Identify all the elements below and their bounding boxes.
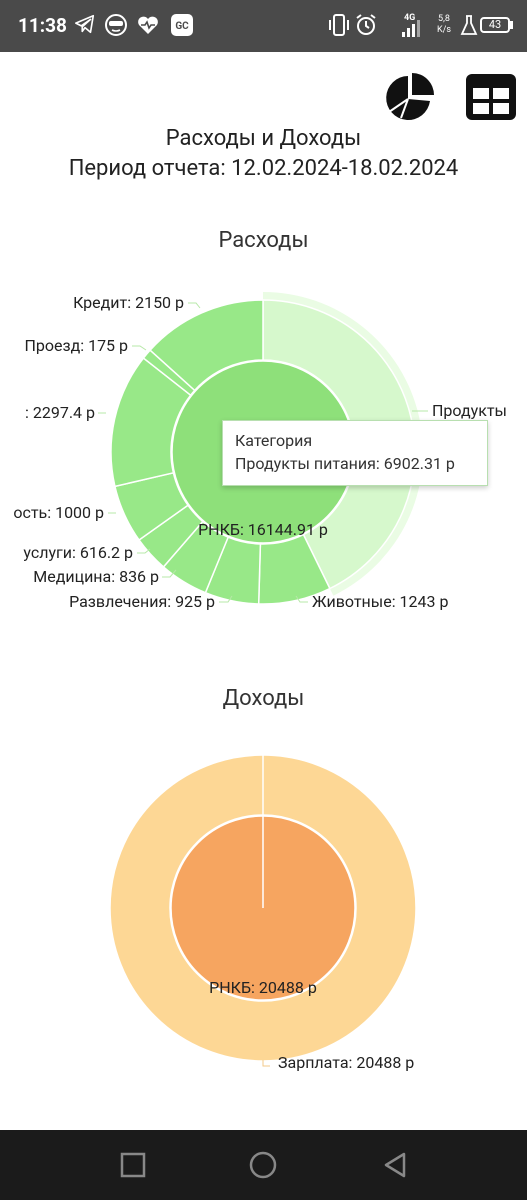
vibrate-icon bbox=[329, 14, 349, 36]
income-chart: РНКБ: 20488 р Зарплата: 20488 р bbox=[109, 754, 417, 1072]
income-rings bbox=[109, 754, 417, 1062]
chart-tooltip: Категория Продукты питания: 6902.31 р bbox=[222, 420, 488, 486]
gc-app-icon: GC bbox=[171, 14, 193, 36]
label-communal: ость: 1000 р bbox=[13, 503, 104, 522]
label-travel: Проезд: 175 р bbox=[24, 336, 128, 355]
status-bar: 11:38 GC 4G 5,8 K/s 43 bbox=[0, 0, 527, 52]
home-button[interactable] bbox=[248, 1150, 278, 1180]
network-speed: 5,8 K/s bbox=[432, 14, 456, 36]
status-time: 11:38 bbox=[18, 14, 67, 37]
battery-tip bbox=[510, 21, 513, 29]
label-entertainment: Развлечения: 925 р bbox=[69, 592, 215, 611]
network-speed-value: 5,8 bbox=[438, 14, 450, 24]
battery-icon: 43 bbox=[480, 17, 510, 33]
label-medicine: Медицина: 836 р bbox=[33, 567, 159, 586]
label-services: услуги: 616.2 р bbox=[23, 543, 133, 562]
signal-icon: 4G bbox=[402, 13, 420, 37]
battery-level: 43 bbox=[488, 18, 502, 31]
report-title: Расходы и Доходы bbox=[165, 126, 362, 151]
label-credit: Кредит: 2150 р bbox=[73, 293, 184, 312]
network-speed-unit: K/s bbox=[436, 25, 451, 35]
svg-text:GC: GC bbox=[175, 21, 189, 32]
tooltip-header: Категория bbox=[235, 431, 313, 450]
expenses-inner-label: РНКБ: 16144.91 р bbox=[198, 520, 328, 539]
vpn-icon bbox=[105, 14, 127, 36]
label-products: Продукты bbox=[432, 401, 507, 420]
telegram-icon bbox=[75, 14, 95, 34]
expense-label-line-0 bbox=[188, 302, 201, 309]
health-heart-icon bbox=[138, 16, 158, 34]
expenses-chart-title: Расходы bbox=[218, 228, 309, 253]
back-button[interactable] bbox=[380, 1150, 410, 1180]
report-period: Период отчета: 12.02.2024-18.02.2024 bbox=[68, 156, 459, 181]
income-inner-label: РНКБ: 20488 р bbox=[209, 978, 317, 997]
tooltip-value: Продукты питания: 6902.31 р bbox=[235, 454, 455, 473]
pie-chart-icon[interactable] bbox=[381, 70, 437, 126]
flask-icon bbox=[460, 15, 478, 35]
recent-apps-button[interactable] bbox=[118, 1150, 148, 1180]
network-type-label: 4G bbox=[404, 13, 415, 23]
table-view-icon[interactable] bbox=[463, 70, 519, 126]
label-animals: Животные: 1243 р bbox=[312, 592, 448, 611]
navigation-bar bbox=[0, 1130, 527, 1200]
alarm-icon bbox=[356, 14, 376, 35]
income-outer-label: Зарплата: 20488 р bbox=[278, 1053, 414, 1072]
income-chart-title: Доходы bbox=[222, 686, 305, 711]
view-toolbar bbox=[367, 60, 527, 130]
label-cafe: : 2297.4 р bbox=[25, 403, 95, 422]
report-header: Расходы и Доходы Период отчета: 12.02.20… bbox=[0, 124, 527, 184]
expense-label-line-1 bbox=[132, 345, 147, 351]
